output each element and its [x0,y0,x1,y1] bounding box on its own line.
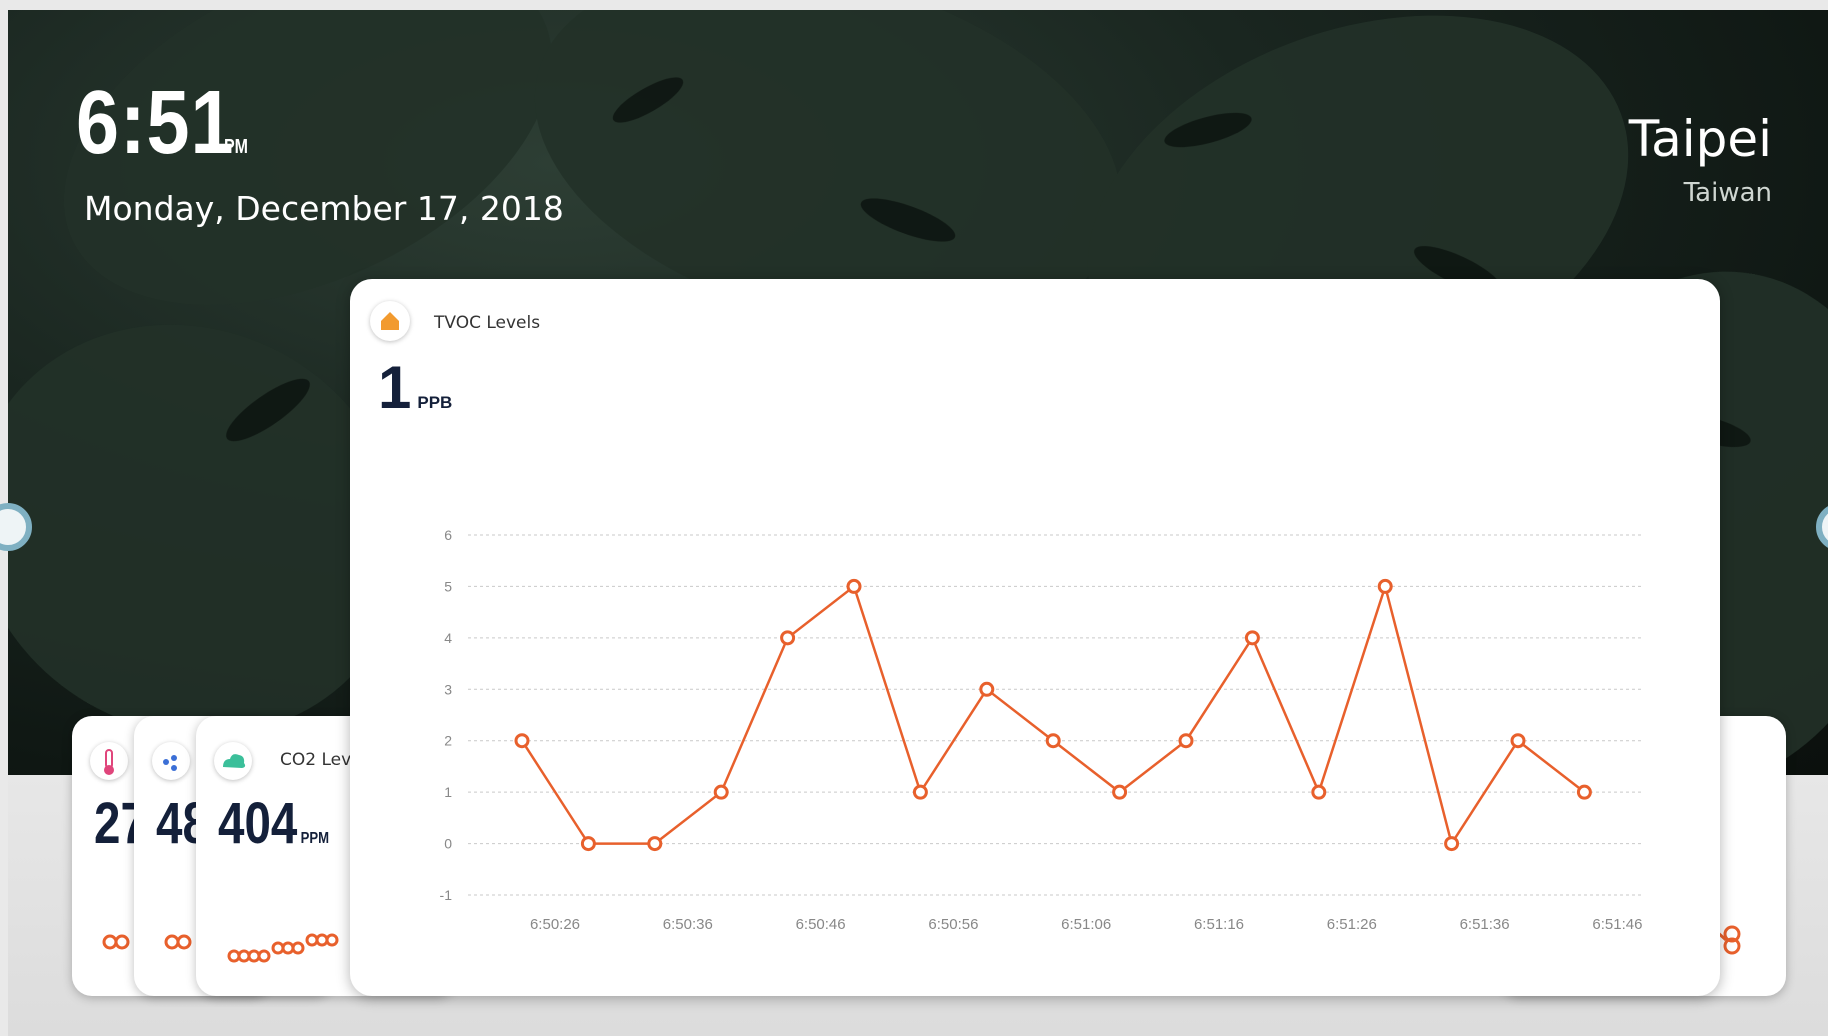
x-tick-label: 6:51:26 [1327,916,1377,933]
y-tick-label: -1 [440,887,453,903]
data-point [1244,630,1260,646]
data-point [1112,784,1128,800]
series-line [520,581,1586,847]
data-point [1510,733,1526,749]
y-tick-label: 6 [444,527,452,543]
x-tick-label: 6:51:46 [1592,916,1642,933]
x-tick-label: 6:50:56 [928,916,978,933]
data-point [846,578,862,594]
x-tick-label: 6:51:06 [1061,916,1111,933]
data-point [1576,784,1592,800]
x-tick-label: 6:50:26 [530,916,580,933]
x-tick-label: 6:51:36 [1460,916,1510,933]
date-label: Monday, December 17, 2018 [84,189,564,228]
city-name: Taipei [1628,110,1772,168]
clock: 6:51 PM [76,78,260,168]
data-point [780,630,796,646]
x-tick-label: 6:50:46 [796,916,846,933]
data-point [713,784,729,800]
tvoc-line-chart: 6 5 4 3 2 1 0 -1 6:50:26 6:50:36 6:50:46 6:50:56 6:5… [440,527,1643,933]
data-point [580,836,596,852]
y-tick-label: 5 [444,578,452,594]
y-tick-label: 0 [444,836,452,852]
y-tick-label: 3 [444,681,452,697]
data-point [1311,784,1327,800]
data-point [514,733,530,749]
data-point [1178,733,1194,749]
x-tick-label: 6:50:36 [663,916,713,933]
data-point [1444,836,1460,852]
x-tick-label: 6:51:16 [1194,916,1244,933]
y-tick-label: 4 [444,630,452,646]
data-point [647,836,663,852]
y-tick-label: 1 [444,784,452,800]
data-point [979,681,995,697]
country-name: Taiwan [1683,178,1772,208]
clock-time: 6:51 [76,73,235,173]
data-point [912,784,928,800]
data-point [1377,578,1393,594]
tvoc-card[interactable]: TVOC Levels 1 PPB 6 5 4 3 2 1 0 -1 6:50:26 6:50:36… [350,279,1720,996]
clock-ampm: PM [224,136,248,158]
data-point [1045,733,1061,749]
y-tick-label: 2 [444,733,452,749]
